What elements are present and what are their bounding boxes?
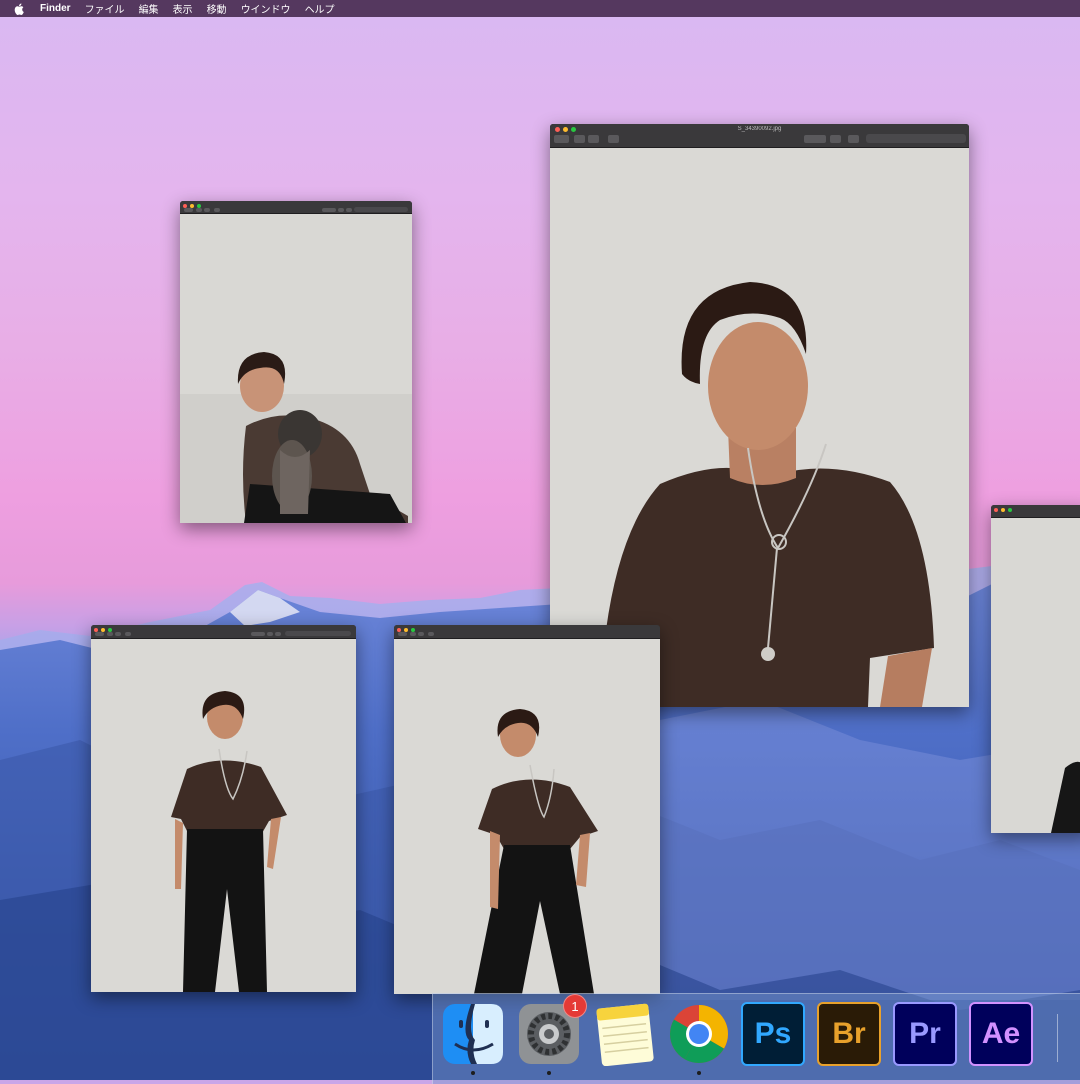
sidebar-toggle-icon[interactable] <box>554 135 569 143</box>
preview-window-full-left[interactable] <box>91 625 356 992</box>
dock-app-notes[interactable] <box>593 1002 657 1067</box>
menu-view[interactable]: 表示 <box>173 1 193 16</box>
zoom-in-icon[interactable] <box>115 632 121 636</box>
annotate-icon[interactable] <box>275 632 281 636</box>
zoom-out-icon[interactable] <box>410 632 416 636</box>
window-titlebar[interactable] <box>91 625 356 639</box>
menu-go[interactable]: 移動 <box>207 1 227 16</box>
rotate-icon[interactable] <box>338 208 344 212</box>
notification-badge: 1 <box>563 994 587 1018</box>
running-indicator <box>697 1071 701 1075</box>
markup-icon[interactable] <box>251 632 265 636</box>
menu-app-name[interactable]: Finder <box>40 3 71 14</box>
photoshop-icon: Ps <box>754 1017 792 1050</box>
markup-icon[interactable] <box>804 135 826 143</box>
photo-image <box>180 214 412 523</box>
after-effects-icon: Ae <box>981 1017 1021 1050</box>
share-icon[interactable] <box>125 632 131 636</box>
search-field[interactable] <box>354 207 408 212</box>
apple-logo-icon[interactable] <box>14 3 28 15</box>
window-title: S_34390092.jpg <box>737 126 782 132</box>
notes-icon <box>596 1003 654 1067</box>
dock-app-photoshop[interactable]: Ps <box>741 1002 805 1066</box>
photo-image <box>991 518 1080 833</box>
dock-app-finder[interactable] <box>441 1002 505 1075</box>
zoom-out-icon[interactable] <box>574 135 585 143</box>
menu-help[interactable]: ヘルプ <box>305 1 335 16</box>
preview-window-main[interactable]: S_34390092.jpg <box>550 124 969 707</box>
finder-icon <box>443 1004 503 1064</box>
window-titlebar[interactable] <box>394 625 660 639</box>
chrome-icon <box>670 1005 728 1063</box>
share-icon[interactable] <box>608 135 619 143</box>
zoom-in-icon[interactable] <box>418 632 424 636</box>
zoom-out-icon[interactable] <box>107 632 113 636</box>
dock-app-premiere-pro[interactable]: Pr <box>893 1002 957 1066</box>
window-titlebar[interactable]: S_34390092.jpg <box>550 124 969 148</box>
dock-app-chrome[interactable] <box>667 1002 731 1075</box>
rotate-icon[interactable] <box>267 632 273 636</box>
dock-app-after-effects[interactable]: Ae <box>969 1002 1033 1066</box>
window-controls <box>994 508 1012 512</box>
menu-edit[interactable]: 編集 <box>139 1 159 16</box>
zoom-icon[interactable] <box>1008 508 1012 512</box>
running-indicator <box>471 1071 475 1075</box>
preview-window-right[interactable] <box>991 505 1080 833</box>
zoom-in-icon[interactable] <box>588 135 599 143</box>
bridge-icon: Br <box>832 1017 866 1050</box>
dock-app-bridge[interactable]: Br <box>817 1002 881 1066</box>
share-icon[interactable] <box>428 632 434 636</box>
search-field[interactable] <box>285 631 351 636</box>
close-icon[interactable] <box>994 508 998 512</box>
dock-app-system-preferences[interactable]: 1 <box>517 994 587 1075</box>
sidebar-toggle-icon[interactable] <box>95 632 104 636</box>
premiere-pro-icon: Pr <box>909 1017 941 1050</box>
photo-image <box>394 639 660 994</box>
preview-window-dog[interactable] <box>180 201 412 523</box>
search-field[interactable] <box>866 134 966 143</box>
annotate-icon[interactable] <box>346 208 352 212</box>
menu-bar: Finder ファイル 編集 表示 移動 ウインドウ ヘルプ <box>0 0 1080 17</box>
rotate-icon[interactable] <box>830 135 841 143</box>
running-indicator <box>547 1071 551 1075</box>
window-titlebar[interactable] <box>991 505 1080 518</box>
zoom-in-icon[interactable] <box>204 208 210 212</box>
preview-window-full-center[interactable] <box>394 625 660 994</box>
dock: 1 Ps Br Pr Ae <box>432 993 1080 1084</box>
sidebar-toggle-icon[interactable] <box>398 632 407 636</box>
photo-image <box>550 148 969 707</box>
share-icon[interactable] <box>214 208 220 212</box>
photo-image <box>91 639 356 992</box>
menu-window[interactable]: ウインドウ <box>241 1 291 16</box>
window-titlebar[interactable] <box>180 201 412 214</box>
markup-icon[interactable] <box>322 208 336 212</box>
zoom-out-icon[interactable] <box>196 208 202 212</box>
dock-divider <box>1057 1014 1058 1062</box>
minimize-icon[interactable] <box>1001 508 1005 512</box>
sidebar-toggle-icon[interactable] <box>184 208 193 212</box>
annotate-icon[interactable] <box>848 135 859 143</box>
menu-file[interactable]: ファイル <box>85 1 125 16</box>
